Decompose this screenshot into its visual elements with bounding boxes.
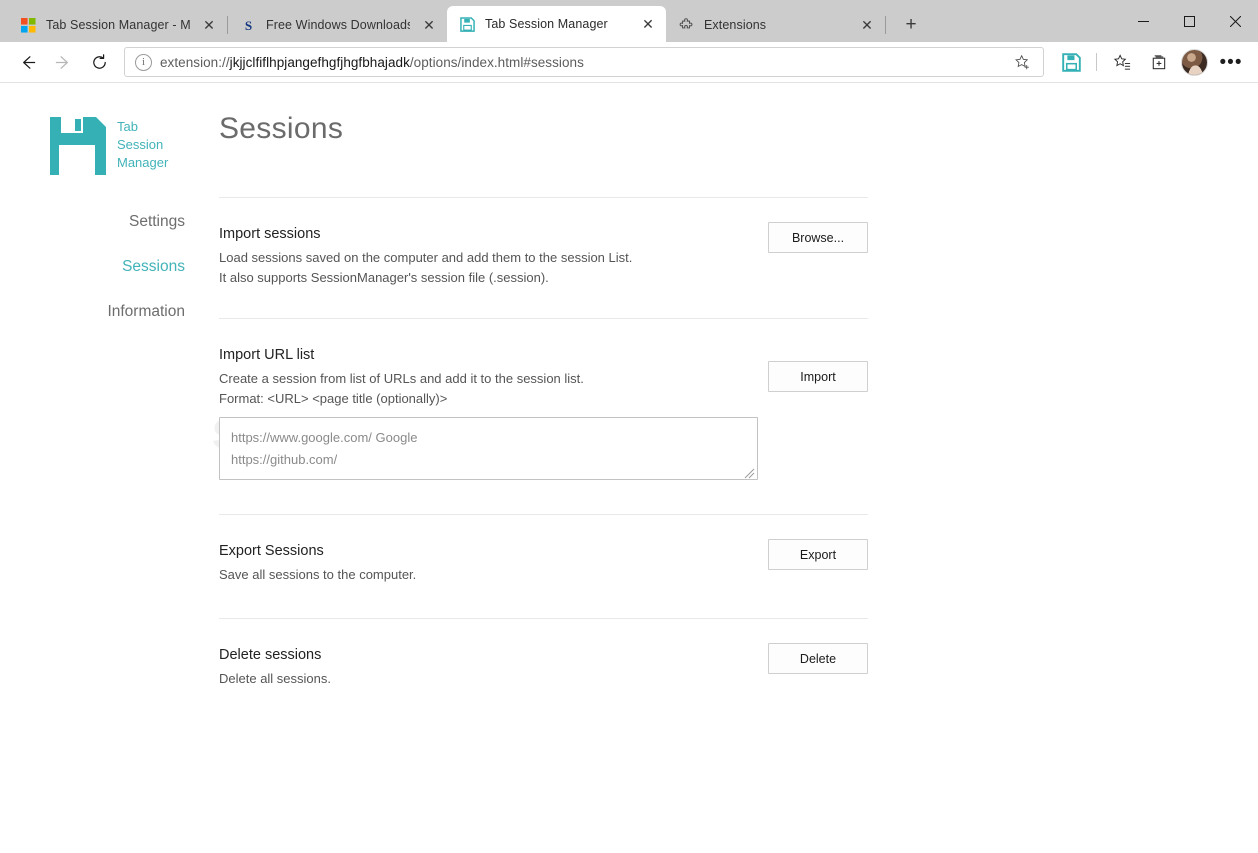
- browse-button[interactable]: Browse...: [768, 222, 868, 253]
- url-host: jkjjclfiflhpjangefhgfjhgfbhajadk: [229, 54, 410, 70]
- tab-title: Free Windows Downloads: [266, 18, 410, 32]
- section-title: Import sessions: [219, 226, 321, 242]
- section-delete-sessions: Delete sessions Delete all sessions. Del…: [219, 619, 868, 689]
- section-import-url-list: Import URL list Create a session from li…: [219, 319, 868, 480]
- brand: Tab Session Manager: [0, 115, 198, 182]
- back-arrow-icon[interactable]: [10, 45, 44, 79]
- brand-name: Tab Session Manager: [117, 115, 168, 172]
- maximize-button[interactable]: [1166, 0, 1212, 42]
- svg-text:S: S: [245, 18, 252, 33]
- tab-close-icon[interactable]: ✕: [199, 15, 219, 35]
- resize-handle-icon[interactable]: [744, 466, 755, 479]
- window-controls: [1120, 0, 1258, 42]
- browser-tab-2[interactable]: S Free Windows Downloads ✕: [228, 8, 447, 42]
- profile-avatar[interactable]: [1181, 48, 1208, 76]
- tab-close-icon[interactable]: ✕: [419, 15, 439, 35]
- sidebar-item-settings[interactable]: Settings: [129, 208, 185, 236]
- toolbar-divider: [1096, 53, 1097, 71]
- star-add-icon[interactable]: [1007, 49, 1037, 75]
- refresh-icon[interactable]: [82, 45, 116, 79]
- url-list-line: https://www.google.com/ Google: [231, 430, 418, 445]
- floppy-disk-icon: [459, 16, 476, 33]
- section-title: Delete sessions: [219, 647, 322, 663]
- page-title: Sessions: [219, 112, 344, 145]
- floppy-disk-logo-icon: [48, 115, 108, 182]
- sidebar: Tab Session Manager Settings Sessions In…: [0, 83, 198, 689]
- export-button[interactable]: Export: [768, 539, 868, 570]
- section-desc-line: Create a session from list of URLs and a…: [219, 371, 584, 386]
- section-import-sessions: Import sessions Load sessions saved on t…: [219, 198, 868, 288]
- brand-line-3: Manager: [117, 155, 169, 170]
- tab-title: Tab Session Manager - Microsoft: [46, 18, 190, 32]
- sidebar-item-information[interactable]: Information: [107, 298, 185, 326]
- ellipsis-icon[interactable]: •••: [1214, 45, 1248, 79]
- browser-tab-1[interactable]: Tab Session Manager - Microsoft ✕: [8, 8, 227, 42]
- sidebar-nav: Settings Sessions Information: [0, 208, 198, 326]
- brand-line-2: Session: [117, 137, 164, 152]
- section-export-sessions: Export Sessions Save all sessions to the…: [219, 515, 868, 585]
- section-desc-line: Save all sessions to the computer.: [219, 567, 417, 582]
- minimize-button[interactable]: [1120, 0, 1166, 42]
- collections-icon[interactable]: [1141, 45, 1175, 79]
- extension-options-page: SOFTPEDIA® Tab Session: [0, 83, 1258, 853]
- puzzle-piece-icon: [678, 17, 695, 34]
- microsoft-logo-icon: [20, 17, 37, 34]
- tab-strip: Tab Session Manager - Microsoft ✕ S Free…: [0, 0, 928, 42]
- import-button[interactable]: Import: [768, 361, 868, 392]
- forward-arrow-icon[interactable]: [46, 45, 80, 79]
- close-button[interactable]: [1212, 0, 1258, 42]
- section-title: Export Sessions: [219, 543, 324, 559]
- section-desc-line: Format: <URL> <page title (optionally)>: [219, 391, 448, 406]
- section-title: Import URL list: [219, 347, 315, 363]
- title-bar: Tab Session Manager - Microsoft ✕ S Free…: [0, 0, 1258, 42]
- url-prefix: extension://: [160, 54, 230, 70]
- brand-line-1: Tab: [117, 119, 138, 134]
- tab-title: Extensions: [704, 18, 767, 32]
- main-content: Sessions Import sessions Load sessions s…: [198, 83, 1258, 689]
- new-tab-button[interactable]: +: [894, 8, 928, 42]
- tab-close-icon[interactable]: ✕: [638, 14, 658, 34]
- delete-button[interactable]: Delete: [768, 643, 868, 674]
- address-bar-url: extension://jkjjclfiflhpjangefhgfjhgfbha…: [160, 55, 999, 70]
- section-desc-line: Load sessions saved on the computer and …: [219, 250, 633, 265]
- floppy-disk-extension-icon[interactable]: [1054, 45, 1088, 79]
- settings-menu-label: •••: [1219, 51, 1243, 73]
- site-info-icon[interactable]: i: [135, 53, 152, 71]
- section-desc-line: It also supports SessionManager's sessio…: [219, 270, 549, 285]
- tab-title: Tab Session Manager: [485, 17, 608, 31]
- favorites-list-icon[interactable]: [1105, 45, 1139, 79]
- softpedia-s-icon: S: [240, 17, 257, 34]
- tab-close-icon[interactable]: ✕: [857, 15, 877, 35]
- url-list-line: https://github.com/: [231, 452, 338, 467]
- address-bar[interactable]: i extension://jkjjclfiflhpjangefhgfjhgfb…: [124, 47, 1044, 77]
- url-suffix: /options/index.html#sessions: [409, 54, 584, 70]
- sidebar-item-sessions[interactable]: Sessions: [122, 253, 185, 281]
- browser-toolbar: i extension://jkjjclfiflhpjangefhgfjhgfb…: [0, 42, 1258, 82]
- section-desc-line: Delete all sessions.: [219, 671, 331, 686]
- browser-window: Tab Session Manager - Microsoft ✕ S Free…: [0, 0, 1258, 853]
- browser-tab-4[interactable]: Extensions ✕: [666, 8, 885, 42]
- url-list-textarea[interactable]: https://www.google.com/ Google https://g…: [219, 417, 758, 480]
- browser-tab-3-active[interactable]: Tab Session Manager ✕: [447, 6, 666, 42]
- tab-divider: [885, 16, 886, 34]
